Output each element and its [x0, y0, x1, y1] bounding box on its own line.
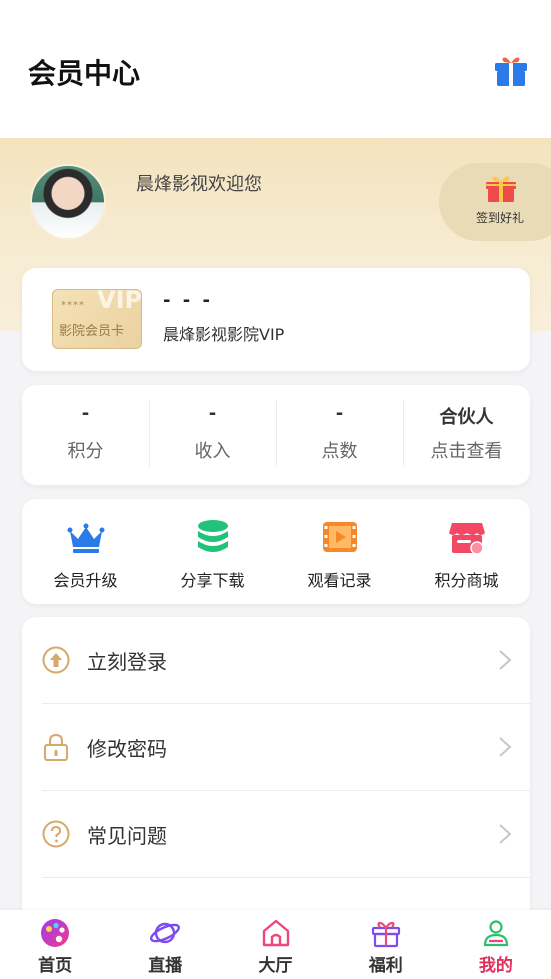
- tab-hall[interactable]: 大厅: [220, 910, 330, 979]
- chevron-right-icon: [499, 824, 512, 844]
- stat-partner[interactable]: 合伙人 点击查看: [403, 385, 530, 485]
- stat-value: -: [208, 403, 217, 424]
- vip-badge-watermark: VIP: [97, 289, 142, 314]
- list-item-label: 常见问题: [87, 824, 167, 848]
- menu-watch-history[interactable]: 观看记录: [276, 499, 403, 604]
- database-icon: [197, 520, 228, 552]
- stat-label: 点数: [321, 441, 358, 462]
- tab-label: 我的: [478, 956, 513, 976]
- menu-label: 积分商城: [434, 571, 499, 590]
- vip-badge-text: 影院会员卡: [59, 324, 125, 339]
- list-item-faq[interactable]: 常见问题: [22, 791, 530, 878]
- gift-icon: [371, 921, 400, 948]
- vip-name: 晨烽影视影院VIP: [163, 325, 285, 344]
- tab-home[interactable]: 首页: [0, 910, 110, 979]
- tab-live[interactable]: 直播: [110, 910, 220, 979]
- stat-points[interactable]: - 积分: [22, 385, 149, 485]
- planet-icon: [150, 922, 181, 944]
- avatar[interactable]: [30, 164, 106, 240]
- menu-points-mall[interactable]: 积分商城: [403, 499, 530, 604]
- tab-welfare[interactable]: 福利: [331, 910, 441, 979]
- gift-icon[interactable]: [492, 50, 530, 88]
- list-item-change-password[interactable]: 修改密码: [22, 704, 530, 791]
- tab-mine[interactable]: 我的: [441, 910, 551, 979]
- list-item-login[interactable]: 立刻登录: [22, 617, 530, 704]
- tab-label: 首页: [38, 956, 73, 976]
- stat-value: -: [335, 403, 344, 424]
- stats-card: - 积分 - 收入 - 点数 合伙人 点击查看: [22, 385, 530, 485]
- stat-value: -: [81, 403, 90, 424]
- vip-expiry: - - -: [163, 290, 213, 311]
- tab-label: 大厅: [258, 956, 293, 976]
- vip-card[interactable]: **** VIP 影院会员卡 - - - 晨烽影视影院VIP: [22, 268, 530, 371]
- stat-label: 点击查看: [430, 441, 503, 462]
- menu-share-download[interactable]: 分享下载: [149, 499, 276, 604]
- chevron-right-icon: [499, 650, 512, 670]
- chevron-right-icon: [499, 737, 512, 757]
- stat-income[interactable]: - 收入: [149, 385, 276, 485]
- welcome-text: 晨烽影视欢迎您: [136, 174, 262, 195]
- stat-label: 收入: [194, 441, 231, 462]
- stat-credits[interactable]: - 点数: [276, 385, 403, 485]
- stat-label: 积分: [67, 441, 104, 462]
- page-title: 会员中心: [28, 57, 141, 90]
- signin-gift-icon[interactable]: [484, 171, 518, 203]
- bottom-tab-bar: 首页 直播 大厅 福利 我的: [0, 910, 551, 979]
- login-arrow-icon: [42, 646, 70, 674]
- question-icon: [42, 820, 70, 848]
- menu-label: 分享下载: [180, 571, 245, 590]
- menu-upgrade[interactable]: 会员升级: [22, 499, 149, 604]
- user-icon: [483, 920, 509, 947]
- menu-label: 会员升级: [53, 571, 118, 590]
- list-item-label: 修改密码: [87, 737, 167, 761]
- crown-icon: [67, 523, 104, 553]
- stat-value: 合伙人: [439, 407, 494, 428]
- divider: [42, 877, 530, 878]
- settings-list: 立刻登录 修改密码 常见问题: [22, 617, 530, 937]
- feature-menu: 会员升级 分享下载 观看记录 积分商城: [22, 499, 530, 604]
- tab-label: 福利: [368, 956, 403, 976]
- film-icon: [322, 522, 357, 552]
- palette-icon: [41, 919, 70, 947]
- vip-badge: **** VIP 影院会员卡: [52, 289, 142, 349]
- signin-label[interactable]: 签到好礼: [476, 209, 524, 226]
- lock-icon: [44, 733, 68, 761]
- menu-label: 观看记录: [307, 571, 372, 590]
- store-icon: [448, 523, 485, 555]
- home-icon: [262, 919, 289, 947]
- list-item-label: 立刻登录: [87, 650, 167, 674]
- vip-badge-stars: ****: [61, 300, 85, 311]
- tab-label: 直播: [148, 956, 183, 976]
